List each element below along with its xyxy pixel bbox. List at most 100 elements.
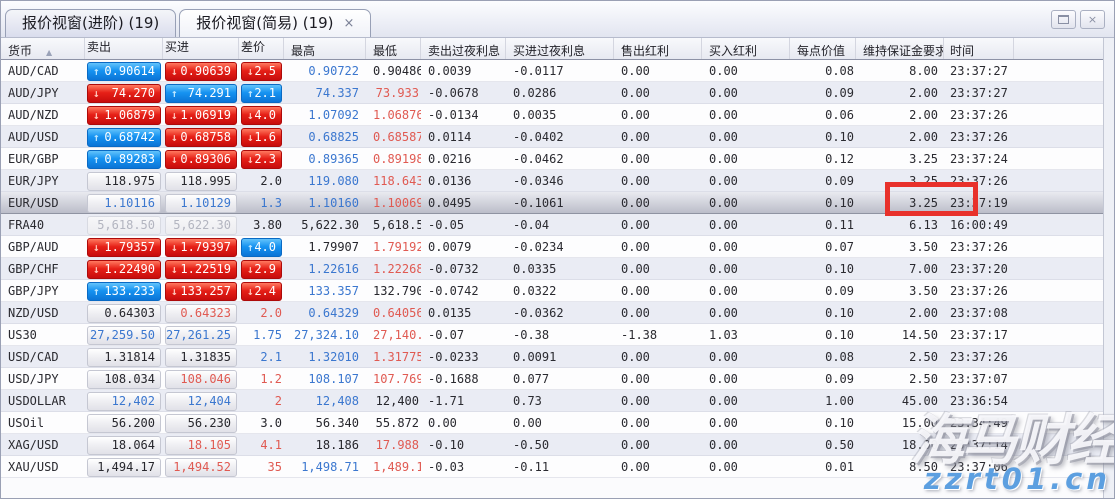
spread-button[interactable]: ↓ 2.3 xyxy=(241,149,282,169)
column-header-currency[interactable]: 货币 ▲ xyxy=(1,38,85,59)
quote-row-aud-cad[interactable]: AUD/CAD ↑ 0.90614 ↓ 0.90639 ↓ 2.5 0.90722 0.9048… xyxy=(1,60,1114,82)
spread-button[interactable]: ↓ 2.4 xyxy=(241,281,282,301)
column-header-spread[interactable]: 差价 xyxy=(239,38,284,59)
buy-quote-button[interactable]: 1.31835 xyxy=(165,347,237,367)
quote-row-aud-nzd[interactable]: AUD/NZD ↓ 1.06879 ↓ 1.06919 ↓ 4.0 1.07092 1.0687… xyxy=(1,104,1114,126)
sell-quote-button[interactable]: ↓ 74.270 xyxy=(87,83,161,103)
buy-quote-button[interactable]: ↓ 1.79397 xyxy=(165,237,237,257)
buy-quote-button[interactable]: ↓ 1.06919 xyxy=(165,105,237,125)
sell-quote-button[interactable]: ↑ 0.90614 xyxy=(87,61,161,81)
column-header-buy[interactable]: 买进 xyxy=(163,38,239,59)
column-header-sell[interactable]: 卖出 xyxy=(85,38,163,59)
close-window-button[interactable]: × xyxy=(1080,10,1105,29)
cell-margin: 6.13 xyxy=(909,218,938,232)
buy-quote-button[interactable]: 18.105 xyxy=(165,435,237,455)
quote-value: 5,618.50 xyxy=(97,218,155,232)
quote-row-aud-jpy[interactable]: AUD/JPY ↓ 74.270 ↑ 74.291 ↑ 2.1 74.337 73.933 -0.… xyxy=(1,82,1114,104)
cell-sell: 56.200 xyxy=(85,413,163,433)
cell-buy: ↓ 133.257 xyxy=(163,281,239,301)
sell-quote-button[interactable]: 56.200 xyxy=(87,413,161,433)
quote-row-aud-usd[interactable]: AUD/USD ↑ 0.68742 ↓ 0.68758 ↓ 1.6 0.68825 0.6858… xyxy=(1,126,1114,148)
buy-quote-button[interactable]: 1.10129 xyxy=(165,193,237,213)
up-arrow-icon: ↑ xyxy=(93,130,100,144)
spread-button[interactable]: ↓ 1.6 xyxy=(241,127,282,147)
sell-quote-button[interactable]: 0.64303 xyxy=(87,303,161,323)
cell-margin: 14.50 xyxy=(901,328,938,342)
buy-quote-button[interactable]: 108.046 xyxy=(165,369,237,389)
cell-per_point: 0.08 xyxy=(825,350,854,364)
tab-quote-advanced[interactable]: 报价视窗(进阶) (19) xyxy=(5,9,177,37)
quote-row-xag-usd[interactable]: XAG/USD 18.064 18.105 4.1 18.186 17.988 -0.10 -… xyxy=(1,434,1114,456)
quote-row-eur-gbp[interactable]: EUR/GBP ↑ 0.89283 ↓ 0.89306 ↓ 2.3 0.89365 0.8919… xyxy=(1,148,1114,170)
column-header-sell_dividend[interactable]: 售出红利 xyxy=(614,38,702,59)
quote-row-gbp-jpy[interactable]: GBP/JPY ↑ 133.233 ↓ 133.257 ↓ 2.4 133.357 132.79… xyxy=(1,280,1114,302)
sell-quote-button[interactable]: 1,494.17 xyxy=(87,457,161,477)
cell-per_point: 0.10 xyxy=(825,306,854,320)
sell-quote-button[interactable]: 118.975 xyxy=(87,171,161,191)
sell-quote-button[interactable]: 27,259.50 xyxy=(87,325,161,345)
cell-buy: 1,494.52 xyxy=(163,457,239,477)
cell-per_point: 0.09 xyxy=(825,174,854,188)
buy-quote-button[interactable]: ↓ 133.257 xyxy=(165,281,237,301)
up-arrow-icon: ↑ xyxy=(247,86,254,100)
cell-low: 73.933 xyxy=(375,86,419,100)
buy-quote-button[interactable]: 12,404 xyxy=(165,391,237,411)
column-header-time[interactable]: 时间 xyxy=(944,38,1014,59)
cell-currency: US30 xyxy=(8,328,37,342)
buy-quote-button[interactable]: ↓ 1.22519 xyxy=(165,259,237,279)
sell-quote-button[interactable]: ↓ 1.22490 xyxy=(87,259,161,279)
quote-row-us30[interactable]: US30 27,259.50 27,261.25 1.75 27,324.10 27,14… xyxy=(1,324,1114,346)
quote-row-usd-cad[interactable]: USD/CAD 1.31814 1.31835 2.1 1.32010 1.31775 -0… xyxy=(1,346,1114,368)
column-header-high[interactable]: 最高 xyxy=(284,38,366,59)
column-header-buy_overnight[interactable]: 买进过夜利息 xyxy=(506,38,614,59)
spread-button[interactable]: ↑ 4.0 xyxy=(241,237,282,257)
buy-quote-button[interactable]: ↓ 0.90639 xyxy=(165,61,237,81)
spread-button[interactable]: ↓ 2.9 xyxy=(241,259,282,279)
buy-quote-button[interactable]: 56.230 xyxy=(165,413,237,433)
column-header-margin[interactable]: 维持保证金要求 xyxy=(856,38,944,59)
sell-quote-button[interactable]: ↓ 1.06879 xyxy=(87,105,161,125)
quote-row-usoil[interactable]: USOil 56.200 56.230 3.0 56.340 55.872 0.00 0.00… xyxy=(1,412,1114,434)
quote-row-fra40[interactable]: FRA40 5,618.50 5,622.30 3.80 5,622.30 5,618.5… xyxy=(1,214,1114,236)
sell-quote-button[interactable]: 12,402 xyxy=(87,391,161,411)
buy-quote-button[interactable]: 118.995 xyxy=(165,171,237,191)
sell-quote-button[interactable]: 1.31814 xyxy=(87,347,161,367)
quote-row-gbp-chf[interactable]: GBP/CHF ↓ 1.22490 ↓ 1.22519 ↓ 2.9 1.22616 1.2226… xyxy=(1,258,1114,280)
quote-row-nzd-usd[interactable]: NZD/USD 0.64303 0.64323 2.0 0.64329 0.64056 0.… xyxy=(1,302,1114,324)
buy-quote-button[interactable]: 1,494.52 xyxy=(165,457,237,477)
cell-currency: EUR/USD xyxy=(8,196,59,210)
column-header-sell_overnight[interactable]: 卖出过夜利息 xyxy=(421,38,506,59)
quote-row-gbp-aud[interactable]: GBP/AUD ↓ 1.79357 ↓ 1.79397 ↑ 4.0 1.79907 1.7919… xyxy=(1,236,1114,258)
tab-close-icon[interactable]: × xyxy=(344,17,355,30)
sell-quote-button[interactable]: ↑ 133.233 xyxy=(87,281,161,301)
cell-margin: 18.00 xyxy=(901,438,938,452)
sell-quote-button[interactable]: 18.064 xyxy=(87,435,161,455)
column-header-buy_dividend[interactable]: 买入红利 xyxy=(702,38,790,59)
tab-quote-simple[interactable]: 报价视窗(简易) (19) × xyxy=(179,9,372,37)
buy-quote-button[interactable]: ↓ 0.68758 xyxy=(165,127,237,147)
cell-buy: 1.10129 xyxy=(163,193,239,213)
buy-quote-button[interactable]: ↑ 74.291 xyxy=(165,83,237,103)
buy-quote-button[interactable]: ↓ 0.89306 xyxy=(165,149,237,169)
cell-currency: GBP/JPY xyxy=(8,284,59,298)
column-header-low[interactable]: 最低 xyxy=(366,38,421,59)
sell-quote-button[interactable]: 1.10116 xyxy=(87,193,161,213)
column-header-per_point[interactable]: 每点价值 xyxy=(790,38,856,59)
spread-button[interactable]: ↑ 2.1 xyxy=(241,83,282,103)
quote-row-usd-jpy[interactable]: USD/JPY 108.034 108.046 1.2 108.107 107.769 -0… xyxy=(1,368,1114,390)
sell-quote-button[interactable]: ↑ 0.89283 xyxy=(87,149,161,169)
buy-quote-button[interactable]: 0.64323 xyxy=(165,303,237,323)
quote-value: 74.270 xyxy=(111,86,155,100)
buy-quote-button[interactable]: 27,261.25 xyxy=(165,325,237,345)
restore-window-button[interactable] xyxy=(1051,10,1076,29)
sell-quote-button[interactable]: 108.034 xyxy=(87,369,161,389)
quote-value: 74.291 xyxy=(187,86,231,100)
quote-row-usdollar[interactable]: USDOLLAR 12,402 12,404 2 12,408 12,400 -1.71 0.… xyxy=(1,390,1114,412)
spread-button[interactable]: ↓ 2.5 xyxy=(241,61,282,81)
cell-high: 0.68825 xyxy=(308,130,359,144)
spread-button[interactable]: ↓ 4.0 xyxy=(241,105,282,125)
sell-quote-button[interactable]: ↓ 1.79357 xyxy=(87,237,161,257)
sell-quote-button[interactable]: ↑ 0.68742 xyxy=(87,127,161,147)
cell-sell_dividend: 0.00 xyxy=(621,306,650,320)
quote-row-xau-usd[interactable]: XAU/USD 1,494.17 1,494.52 35 1,498.71 1,489.1… xyxy=(1,456,1114,478)
